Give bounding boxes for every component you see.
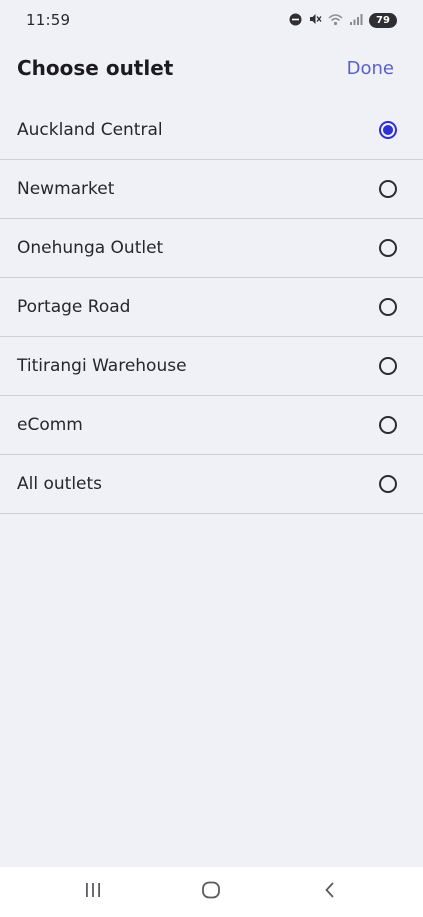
battery-indicator: 79: [369, 13, 397, 28]
status-icons: 79: [289, 11, 397, 30]
outlet-option-auckland-central[interactable]: Auckland Central: [0, 101, 423, 160]
do-not-disturb-icon: [289, 11, 302, 30]
page-title: Choose outlet: [17, 56, 174, 80]
back-icon[interactable]: [323, 881, 337, 903]
outlet-label: Auckland Central: [17, 120, 163, 140]
outlet-list: Auckland Central Newmarket Onehunga Outl…: [0, 101, 423, 514]
outlet-option-all-outlets[interactable]: All outlets: [0, 455, 423, 514]
outlet-option-ecomm[interactable]: eComm: [0, 396, 423, 455]
system-nav-bar: [0, 867, 423, 917]
outlet-option-newmarket[interactable]: Newmarket: [0, 160, 423, 219]
mute-icon: [308, 11, 322, 30]
outlet-label: Titirangi Warehouse: [17, 356, 187, 376]
radio-unselected[interactable]: [379, 357, 397, 375]
radio-unselected[interactable]: [379, 475, 397, 493]
outlet-option-onehunga-outlet[interactable]: Onehunga Outlet: [0, 219, 423, 278]
outlet-label: Newmarket: [17, 179, 115, 199]
wifi-icon: [328, 11, 343, 30]
radio-unselected[interactable]: [379, 416, 397, 434]
radio-unselected[interactable]: [379, 298, 397, 316]
outlet-option-titirangi-warehouse[interactable]: Titirangi Warehouse: [0, 337, 423, 396]
radio-unselected[interactable]: [379, 239, 397, 257]
radio-selected[interactable]: [379, 121, 397, 139]
header: Choose outlet Done: [0, 52, 423, 88]
done-button[interactable]: Done: [347, 58, 394, 79]
recents-icon[interactable]: [84, 882, 102, 902]
status-time: 11:59: [26, 11, 71, 29]
outlet-label: All outlets: [17, 474, 103, 494]
status-bar: 11:59 79: [0, 0, 423, 40]
outlet-label: Onehunga Outlet: [17, 238, 164, 258]
home-icon[interactable]: [201, 881, 221, 903]
outlet-option-portage-road[interactable]: Portage Road: [0, 278, 423, 337]
outlet-label: Portage Road: [17, 297, 131, 317]
outlet-label: eComm: [17, 415, 83, 435]
signal-icon: [349, 11, 363, 30]
radio-unselected[interactable]: [379, 180, 397, 198]
